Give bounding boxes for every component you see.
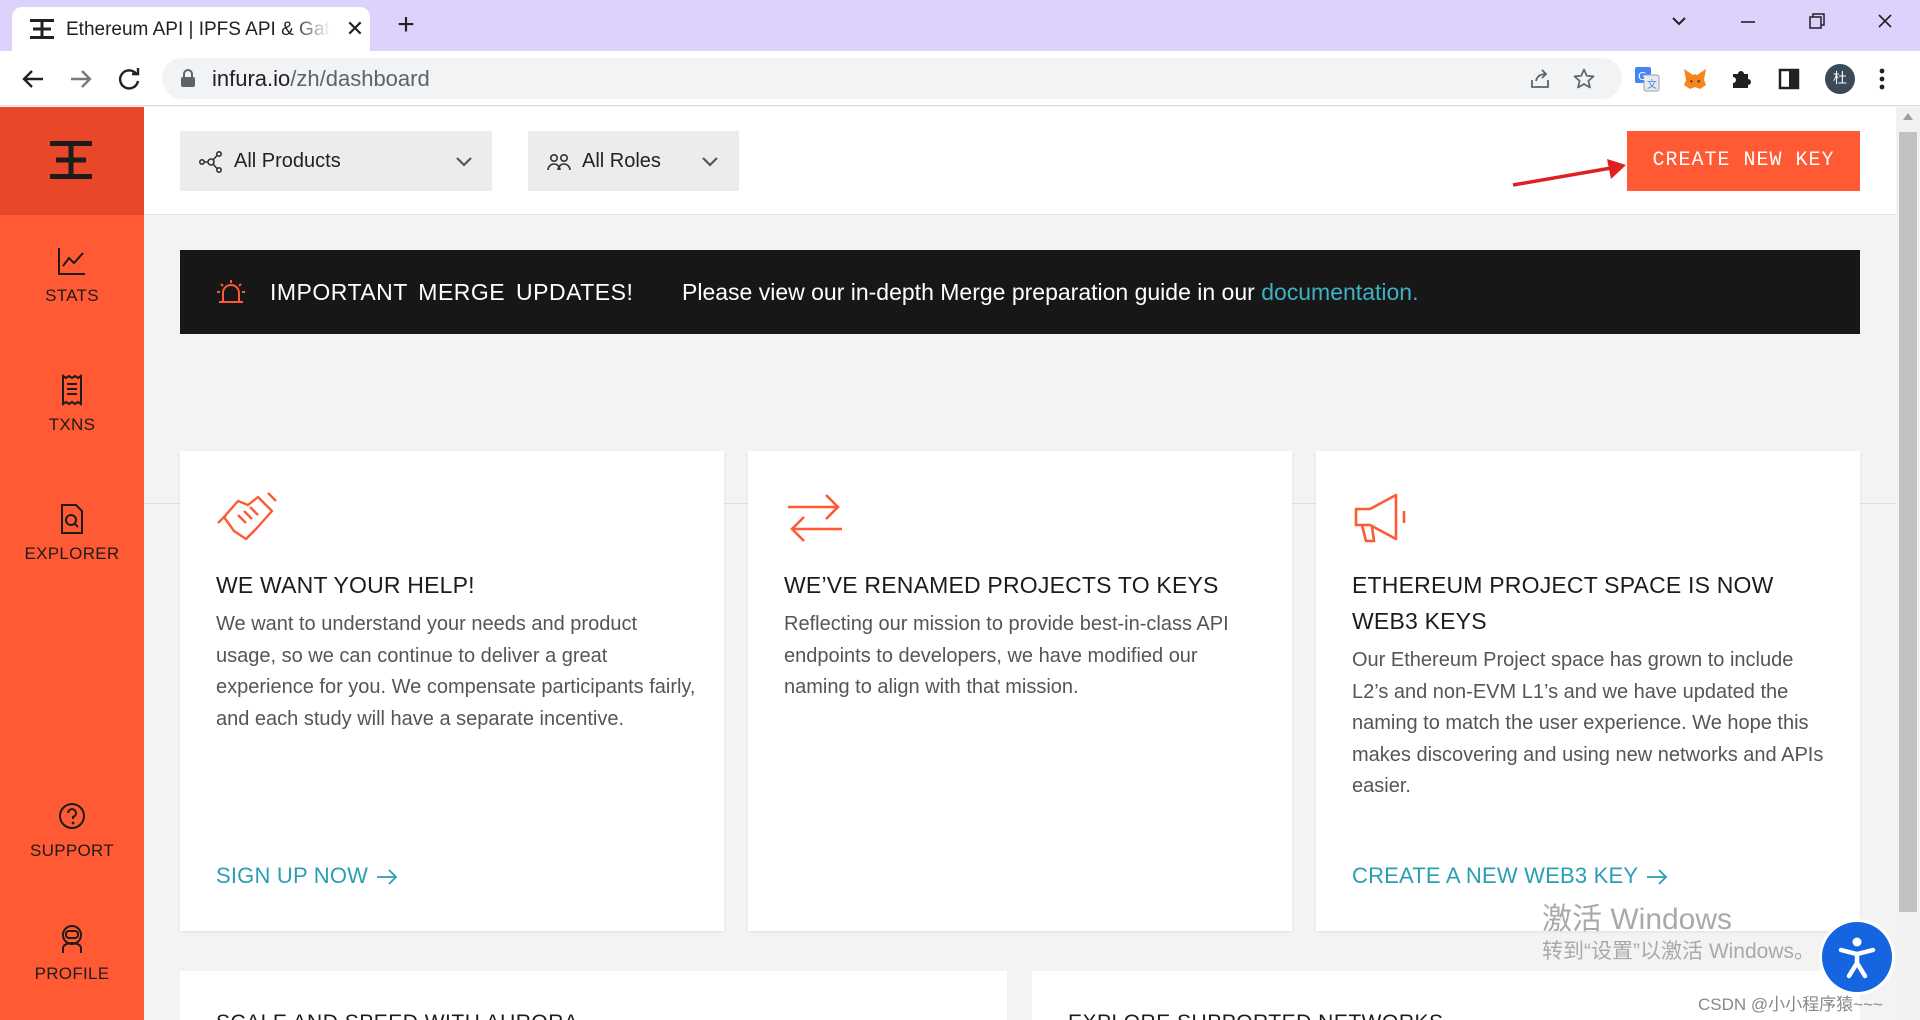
new-tab-button[interactable]: + (390, 10, 422, 42)
roles-dropdown[interactable]: All Roles (528, 131, 739, 191)
restore-icon[interactable] (1794, 8, 1838, 38)
card-title: EXPLORE SUPPORTED NETWORKS (1068, 1011, 1444, 1020)
sidebar-item-label: TXNS (48, 415, 96, 434)
sidebar-item-support[interactable]: SUPPORT (0, 799, 144, 889)
banner-message: Please view our in-depth Merge preparati… (682, 278, 1418, 306)
chevron-down-icon (702, 157, 718, 167)
document-search-icon (61, 504, 83, 534)
share-icon[interactable] (1528, 67, 1552, 91)
cta-label: CREATE A NEW WEB3 KEY (1352, 863, 1639, 888)
minimize-icon[interactable] (1726, 8, 1770, 38)
astronaut-icon (62, 925, 82, 953)
address-bar[interactable]: infura.io/zh/dashboard (162, 58, 1622, 99)
megaphone-icon (1354, 493, 1406, 543)
dashboard-topbar: All Products All Roles CREATE NEW KEY (144, 107, 1896, 215)
handshake-icon (217, 492, 277, 541)
renamed-projects-card: WE’VE RENAMED PROJECTS TO KEYS Reflectin… (748, 451, 1292, 931)
sign-up-now-link[interactable]: SIGN UP NOW (216, 861, 398, 891)
scrollbar-thumb[interactable] (1899, 132, 1917, 912)
line-chart-icon (58, 248, 85, 275)
products-dropdown[interactable]: All Products (180, 131, 492, 191)
sidebar-item-label: SUPPORT (30, 841, 114, 860)
browser-tab-strip: Ethereum API | IPFS API & Gateway ✕ + (0, 0, 1920, 51)
accessibility-person-icon (1838, 937, 1876, 979)
receipt-icon (62, 374, 82, 406)
browser-menu-icon[interactable] (1876, 65, 1888, 93)
arrow-right-icon (377, 869, 398, 885)
sidebar-item-label: EXPLORER (24, 544, 120, 563)
infura-logo-icon (50, 141, 92, 179)
tab-close-icon[interactable]: ✕ (342, 16, 368, 42)
accessibility-button[interactable] (1822, 922, 1892, 992)
infura-favicon-icon (30, 19, 54, 39)
svg-text:G: G (1638, 70, 1647, 83)
tab-title: Ethereum API | IPFS API & Gateway (66, 19, 331, 40)
sidebar-item-explorer[interactable]: EXPLORER (0, 502, 144, 592)
card-title: ETHEREUM PROJECT SPACE IS NOW WEB3 KEYS (1352, 572, 1774, 634)
card-body: Our Ethereum Project space has grown to … (1352, 649, 1824, 797)
aurora-card: SCALE AND SPEED WITH AURORA (180, 971, 1007, 1020)
csdn-credit: CSDN @小小程序猿~~~ (1698, 995, 1883, 1014)
users-group-icon (547, 154, 571, 171)
card-title: SCALE AND SPEED WITH AURORA (216, 1011, 578, 1020)
sidebar-item-stats[interactable]: STATS (0, 244, 144, 334)
google-translate-icon[interactable]: G文 (1633, 65, 1661, 93)
reload-icon[interactable] (113, 63, 145, 95)
network-nodes-icon (198, 150, 222, 173)
cta-label: SIGN UP NOW (216, 863, 369, 888)
bookmark-star-icon[interactable] (1572, 67, 1596, 91)
roles-dropdown-label: All Roles (582, 150, 661, 172)
banner-message-text: Please view our in-depth Merge preparati… (682, 279, 1262, 305)
sidebar-item-label: STATS (45, 286, 99, 305)
extensions-puzzle-icon[interactable] (1727, 65, 1755, 93)
create-new-web3-key-link[interactable]: CREATE A NEW WEB3 KEY (1352, 861, 1668, 891)
red-arrow-annotation (1512, 159, 1626, 187)
card-body: We want to understand your needs and pro… (216, 613, 696, 730)
forward-arrow-icon[interactable] (65, 63, 97, 95)
sidebar: STATS TXNS EXPLORER SUPPORT PROFILE (0, 107, 144, 1020)
main-content: All Products All Roles CREATE NEW KEY IM… (144, 107, 1896, 1020)
card-title: WE’VE RENAMED PROJECTS TO KEYS (784, 572, 1219, 598)
sidebar-item-txns[interactable]: TXNS (0, 373, 144, 463)
url-host: infura.io (212, 66, 291, 91)
chevron-down-icon (456, 157, 472, 167)
sidebar-item-profile[interactable]: PROFILE (0, 922, 144, 1012)
page-scrollbar[interactable] (1896, 107, 1920, 1020)
swap-arrows-icon (788, 494, 842, 542)
url-text[interactable]: infura.io/zh/dashboard (212, 67, 430, 91)
browser-toolbar: infura.io/zh/dashboard G文 杜 (0, 51, 1920, 106)
side-panel-icon[interactable] (1775, 65, 1803, 93)
banner-title: IMPORTANT MERGE UPDATES! (270, 279, 634, 305)
web3-keys-card: ETHEREUM PROJECT SPACE IS NOW WEB3 KEYS … (1316, 451, 1860, 931)
browser-tab[interactable]: Ethereum API | IPFS API & Gateway ✕ (12, 7, 370, 51)
sidebar-item-label: PROFILE (34, 964, 110, 983)
documentation-link[interactable]: documentation. (1261, 279, 1418, 305)
back-arrow-icon[interactable] (17, 63, 49, 95)
siren-icon (217, 280, 245, 303)
metamask-fox-icon[interactable] (1681, 65, 1709, 93)
tab-search-icon[interactable] (1657, 8, 1701, 38)
merge-updates-banner: IMPORTANT MERGE UPDATES! Please view our… (180, 250, 1860, 334)
help-card: WE WANT YOUR HELP! We want to understand… (180, 451, 724, 931)
question-circle-icon (59, 803, 85, 829)
infura-logo[interactable] (0, 107, 144, 215)
scroll-up-arrow-icon[interactable] (1902, 111, 1914, 121)
create-new-key-button[interactable]: CREATE NEW KEY (1627, 131, 1860, 191)
svg-text:文: 文 (1647, 78, 1657, 91)
arrow-right-icon (1647, 869, 1668, 885)
card-body: Reflecting our mission to provide best-i… (784, 613, 1229, 698)
products-dropdown-label: All Products (234, 150, 341, 172)
url-path: /zh/dashboard (290, 66, 430, 91)
close-window-icon[interactable] (1863, 8, 1907, 38)
card-title: WE WANT YOUR HELP! (216, 572, 475, 598)
profile-avatar[interactable]: 杜 (1825, 64, 1855, 94)
lock-icon[interactable] (180, 69, 196, 88)
